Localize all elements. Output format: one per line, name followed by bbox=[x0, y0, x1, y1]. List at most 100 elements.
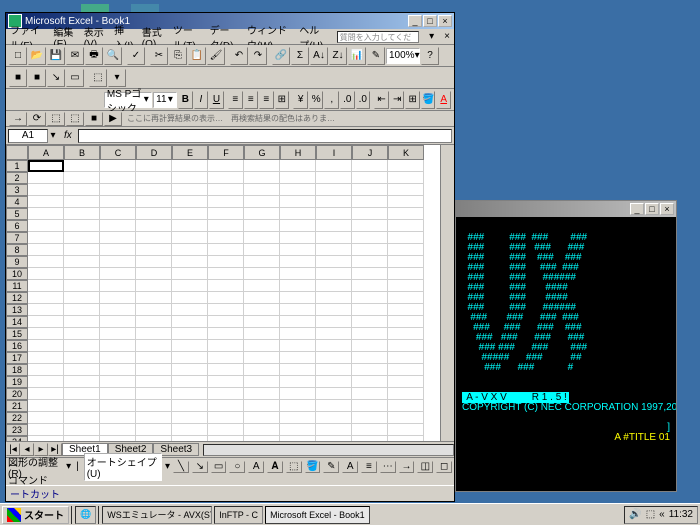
cell[interactable] bbox=[208, 280, 244, 292]
cell[interactable] bbox=[172, 208, 208, 220]
cell[interactable] bbox=[280, 412, 316, 424]
cell[interactable] bbox=[352, 244, 388, 256]
cell[interactable] bbox=[208, 364, 244, 376]
cell[interactable] bbox=[208, 412, 244, 424]
cell[interactable] bbox=[100, 244, 136, 256]
st-c[interactable]: ⬚ bbox=[47, 112, 65, 126]
cell[interactable] bbox=[388, 184, 424, 196]
cell[interactable] bbox=[388, 424, 424, 436]
tb-a[interactable]: ■ bbox=[9, 69, 27, 87]
cell[interactable] bbox=[388, 412, 424, 424]
cell[interactable] bbox=[136, 208, 172, 220]
comma-button[interactable]: , bbox=[324, 91, 339, 109]
cell[interactable] bbox=[172, 244, 208, 256]
cell[interactable] bbox=[280, 388, 316, 400]
cell[interactable] bbox=[388, 376, 424, 388]
cell[interactable] bbox=[64, 412, 100, 424]
cell[interactable] bbox=[64, 220, 100, 232]
cell[interactable] bbox=[28, 220, 64, 232]
cell[interactable] bbox=[28, 268, 64, 280]
cell[interactable] bbox=[244, 340, 280, 352]
link-button[interactable]: 🔗 bbox=[272, 47, 290, 65]
row-header[interactable]: 23 bbox=[6, 424, 28, 436]
cell[interactable] bbox=[136, 196, 172, 208]
terminal-body[interactable]: ### ### ### ### ### ### ### ### ### ### … bbox=[456, 217, 676, 491]
cell[interactable] bbox=[100, 400, 136, 412]
col-header[interactable]: G bbox=[244, 145, 280, 160]
cell[interactable] bbox=[280, 184, 316, 196]
cell[interactable] bbox=[244, 376, 280, 388]
cell[interactable] bbox=[208, 232, 244, 244]
cell[interactable] bbox=[352, 364, 388, 376]
select-all-corner[interactable] bbox=[6, 145, 28, 160]
cell[interactable] bbox=[172, 268, 208, 280]
cell[interactable] bbox=[136, 340, 172, 352]
paste-button[interactable]: 📋 bbox=[188, 47, 206, 65]
cell[interactable] bbox=[64, 208, 100, 220]
cell[interactable] bbox=[28, 376, 64, 388]
cell[interactable] bbox=[64, 160, 100, 172]
cell[interactable] bbox=[100, 340, 136, 352]
col-header[interactable]: J bbox=[352, 145, 388, 160]
cell[interactable] bbox=[244, 424, 280, 436]
spell-button[interactable]: ✓ bbox=[127, 47, 145, 65]
cell[interactable] bbox=[280, 220, 316, 232]
oval-tool[interactable]: ○ bbox=[229, 461, 245, 473]
cell[interactable] bbox=[100, 196, 136, 208]
st-f[interactable]: ▶ bbox=[104, 112, 122, 126]
cell[interactable] bbox=[316, 220, 352, 232]
tb-c[interactable]: ↘ bbox=[47, 69, 65, 87]
cell[interactable] bbox=[208, 172, 244, 184]
shadow-tool[interactable]: ◫ bbox=[417, 461, 433, 473]
cell[interactable] bbox=[64, 184, 100, 196]
cell[interactable] bbox=[136, 388, 172, 400]
cell[interactable] bbox=[64, 292, 100, 304]
cell[interactable] bbox=[28, 364, 64, 376]
cell[interactable] bbox=[388, 292, 424, 304]
cell[interactable] bbox=[352, 232, 388, 244]
row-header[interactable]: 6 bbox=[6, 220, 28, 232]
formula-bar[interactable] bbox=[78, 129, 452, 143]
cell[interactable] bbox=[100, 412, 136, 424]
cell[interactable] bbox=[280, 400, 316, 412]
cell[interactable] bbox=[64, 388, 100, 400]
arrow-tool[interactable]: ↘ bbox=[192, 461, 208, 473]
cell[interactable] bbox=[316, 304, 352, 316]
row-header[interactable]: 8 bbox=[6, 244, 28, 256]
cell[interactable] bbox=[64, 232, 100, 244]
cell[interactable] bbox=[352, 268, 388, 280]
sum-button[interactable]: Σ bbox=[291, 47, 309, 65]
cell[interactable] bbox=[244, 232, 280, 244]
cell[interactable] bbox=[172, 172, 208, 184]
term-minimize-button[interactable]: _ bbox=[630, 203, 644, 215]
row-header[interactable]: 7 bbox=[6, 232, 28, 244]
autoshapes-combo[interactable]: オートシェイプ(U) bbox=[84, 453, 162, 481]
cell[interactable] bbox=[28, 328, 64, 340]
cell[interactable] bbox=[136, 256, 172, 268]
cell[interactable] bbox=[172, 196, 208, 208]
cell[interactable] bbox=[64, 376, 100, 388]
cell[interactable] bbox=[316, 352, 352, 364]
col-header[interactable]: B bbox=[64, 145, 100, 160]
cell[interactable] bbox=[100, 388, 136, 400]
fill-tool[interactable]: 🪣 bbox=[305, 461, 321, 473]
cell[interactable] bbox=[352, 304, 388, 316]
col-header[interactable]: F bbox=[208, 145, 244, 160]
cell[interactable] bbox=[280, 196, 316, 208]
cell[interactable] bbox=[316, 292, 352, 304]
cell[interactable] bbox=[100, 172, 136, 184]
cell[interactable] bbox=[208, 316, 244, 328]
cell[interactable] bbox=[280, 352, 316, 364]
cell[interactable] bbox=[28, 172, 64, 184]
cell[interactable] bbox=[244, 292, 280, 304]
cell[interactable] bbox=[64, 316, 100, 328]
cell[interactable] bbox=[316, 172, 352, 184]
cell[interactable] bbox=[172, 364, 208, 376]
cell[interactable] bbox=[244, 160, 280, 172]
cell[interactable] bbox=[172, 376, 208, 388]
cell[interactable] bbox=[28, 232, 64, 244]
cell[interactable] bbox=[100, 352, 136, 364]
quicklaunch-1[interactable]: 🌐 bbox=[75, 506, 96, 524]
cell[interactable] bbox=[172, 304, 208, 316]
sort-asc-button[interactable]: A↓ bbox=[310, 47, 328, 65]
